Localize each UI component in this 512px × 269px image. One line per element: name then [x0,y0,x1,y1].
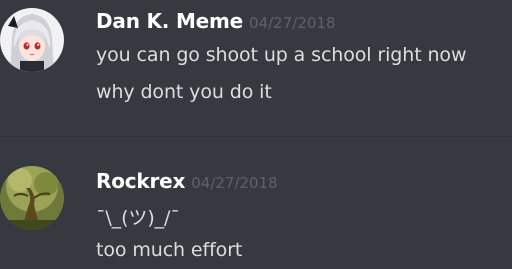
chat-messages: Dan K. Meme 04/27/2018 you can go shoot u… [0,0,512,269]
tree-avatar-icon [0,166,64,230]
message-text: ¯\_(ツ)_/¯ [96,207,180,229]
username[interactable]: Rockrex [96,169,185,193]
message-header: Rockrex 04/27/2018 [96,169,278,193]
user-avatar[interactable] [0,166,64,230]
timestamp: 04/27/2018 [191,174,278,192]
message-group: Rockrex 04/27/2018 ¯\_(ツ)_/¯ too much eff… [0,0,512,269]
message-text: too much effort [96,239,243,261]
